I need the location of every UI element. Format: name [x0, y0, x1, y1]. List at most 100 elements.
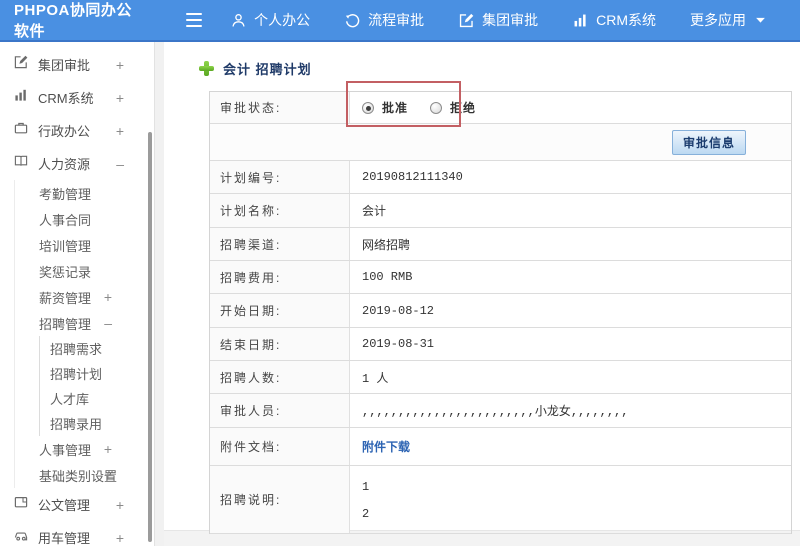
radio-unselected-icon[interactable] [430, 101, 443, 114]
field-value: 100 RMB [362, 270, 413, 284]
edit-square-icon [13, 54, 29, 75]
table-row-attachment: 附件文档: 附件下载 [210, 428, 791, 466]
bar-chart-icon [13, 87, 29, 108]
sidebar-item-admin-office[interactable]: 行政办公 + [0, 114, 154, 147]
approval-info-button[interactable]: 审批信息 [672, 129, 747, 155]
person-icon [230, 12, 247, 29]
field-label: 计划编号: [210, 161, 350, 193]
sidebar-item-recruitment[interactable]: 招聘管理 – [15, 310, 154, 336]
hr-submenu: 考勤管理 人事合同 培训管理 奖惩记录 薪资管理 + 招聘管理 – 招聘需求 招… [14, 180, 154, 488]
radio-approve[interactable]: 批准 [362, 99, 408, 116]
table-row-plan-number: 计划编号: 20190812111340 [210, 161, 791, 194]
approval-status-row: 审批状态: 批准 拒绝 [210, 92, 791, 124]
sidebar-item-label: 行政办公 [38, 124, 91, 139]
table-row-cost: 招聘费用: 100 RMB [210, 261, 791, 294]
sidebar-item-label: 用车管理 [38, 531, 91, 546]
expand-icon[interactable]: + [104, 467, 112, 483]
sidebar-item-label: 公文管理 [38, 498, 91, 513]
expand-icon[interactable]: + [104, 289, 112, 305]
radio-reject[interactable]: 拒绝 [430, 99, 476, 116]
app-brand: PHPOA协同办公软件 [14, 2, 132, 40]
edit-square-icon [458, 12, 475, 29]
attachment-download-link[interactable]: 附件下载 [362, 438, 410, 455]
field-value: 2019-08-12 [362, 303, 435, 318]
field-value: 会计 [362, 205, 387, 219]
bar-chart-icon [572, 12, 589, 29]
briefcase-icon [13, 120, 29, 141]
topnav-group-approval[interactable]: 集团审批 [458, 10, 538, 30]
table-row-plan-name: 计划名称: 会计 [210, 194, 791, 228]
topnav-personal-office[interactable]: 个人办公 [230, 10, 310, 30]
field-value: 2019-08-31 [362, 337, 435, 351]
topnav-flow-approval[interactable]: 流程审批 [344, 10, 424, 30]
collapse-icon[interactable]: – [104, 315, 112, 331]
sidebar-item-rewards[interactable]: 奖惩记录 [15, 258, 154, 284]
top-navigation: 个人办公 流程审批 集团审批 CRM系统 更多应用 [230, 10, 800, 30]
expand-icon[interactable]: + [116, 90, 124, 106]
sidebar-item-crm[interactable]: CRM系统 + [0, 81, 154, 114]
topbar: PHPOA协同办公软件 个人办公 流程审批 集团审批 CRM系统 更多应用 [0, 0, 800, 42]
table-row-description: 招聘说明: 1 2 [210, 466, 791, 534]
field-label: 开始日期: [210, 294, 350, 327]
field-label: 计划名称: [210, 194, 350, 227]
breadcrumb: 会计 招聘计划 [164, 42, 800, 91]
sidebar: 集团审批 + CRM系统 + 行政办公 + 人力资源 – 考勤管理 人事合同 培… [0, 42, 155, 546]
table-row-headcount: 招聘人数: 1 人 [210, 361, 791, 394]
sidebar-item-group-approval[interactable]: 集团审批 + [0, 48, 154, 81]
expand-icon[interactable]: + [116, 530, 124, 546]
sidebar-item-attendance[interactable]: 考勤管理 [15, 180, 154, 206]
sidebar-item-label: 人力资源 [38, 157, 91, 172]
field-label: 审批人员: [210, 394, 350, 427]
collapse-icon[interactable]: – [116, 156, 124, 172]
sidebar-item-vehicle[interactable]: 用车管理 + [0, 521, 154, 546]
table-row-start-date: 开始日期: 2019-08-12 [210, 294, 791, 328]
field-label: 审批状态: [210, 92, 350, 123]
sidebar-item-documents[interactable]: 公文管理 + [0, 488, 154, 521]
sidebar-item-hr-management[interactable]: 人事管理 + [15, 436, 154, 462]
topnav-label: 集团审批 [482, 12, 539, 28]
field-value: 20190812111340 [362, 170, 463, 184]
expand-icon[interactable]: + [116, 57, 124, 73]
book-icon [13, 153, 29, 174]
field-label: 招聘人数: [210, 361, 350, 393]
sidebar-item-human-resources[interactable]: 人力资源 – [0, 147, 154, 180]
approval-status-radios: 批准 拒绝 [362, 99, 476, 116]
app-window: PHPOA协同办公软件 个人办公 流程审批 集团审批 CRM系统 更多应用 集团… [0, 0, 800, 546]
radio-selected-icon[interactable] [362, 101, 374, 114]
field-label: 附件文档: [210, 428, 350, 465]
topnav-more-apps[interactable]: 更多应用 [690, 10, 766, 30]
recruit-plan-detail-table: 审批状态: 批准 拒绝 审批信息 计划编号: 20190812111340 计划… [209, 91, 792, 534]
caret-down-icon [755, 17, 766, 24]
approval-action-row: 审批信息 [210, 124, 791, 161]
sidebar-item-training[interactable]: 培训管理 [15, 232, 154, 258]
field-value: ,,,,,,,,,,,,,,,,,,,,,,,,小龙女,,,,,,,, [362, 405, 629, 419]
sidebar-item-base-category[interactable]: 基础类别设置 + [15, 462, 154, 488]
field-value: 1 人 [362, 371, 389, 386]
sidebar-item-recruit-demand[interactable]: 招聘需求 [40, 336, 154, 361]
expand-icon[interactable]: + [116, 497, 124, 513]
field-label: 招聘费用: [210, 261, 350, 293]
sidebar-scrollbar[interactable] [148, 132, 152, 542]
expand-icon[interactable]: + [104, 441, 112, 457]
document-icon [13, 494, 29, 515]
sidebar-item-label: 集团审批 [38, 58, 91, 73]
field-label: 招聘渠道: [210, 228, 350, 260]
sidebar-item-salary[interactable]: 薪资管理 + [15, 284, 154, 310]
topnav-label: CRM系统 [596, 12, 656, 28]
topnav-label: 个人办公 [254, 12, 311, 28]
sidebar-item-hr-contract[interactable]: 人事合同 [15, 206, 154, 232]
table-row-channel: 招聘渠道: 网络招聘 [210, 228, 791, 261]
topnav-crm[interactable]: CRM系统 [572, 10, 656, 30]
page-title: 会计 招聘计划 [223, 62, 312, 77]
sidebar-item-talent-pool[interactable]: 人才库 [40, 386, 154, 411]
field-value: 1 2 [362, 480, 370, 521]
sidebar-item-recruit-plan[interactable]: 招聘计划 [40, 361, 154, 386]
table-row-end-date: 结束日期: 2019-08-31 [210, 328, 791, 361]
content-area: 会计 招聘计划 审批状态: 批准 拒绝 审批信息 计划编号: 201908121… [155, 42, 800, 546]
topnav-label: 更多应用 [690, 12, 746, 28]
sidebar-item-recruit-hire[interactable]: 招聘录用 [40, 411, 154, 436]
field-value: 网络招聘 [362, 238, 411, 253]
menu-toggle-icon[interactable] [185, 13, 203, 27]
plus-icon [199, 61, 214, 76]
expand-icon[interactable]: + [116, 123, 124, 139]
